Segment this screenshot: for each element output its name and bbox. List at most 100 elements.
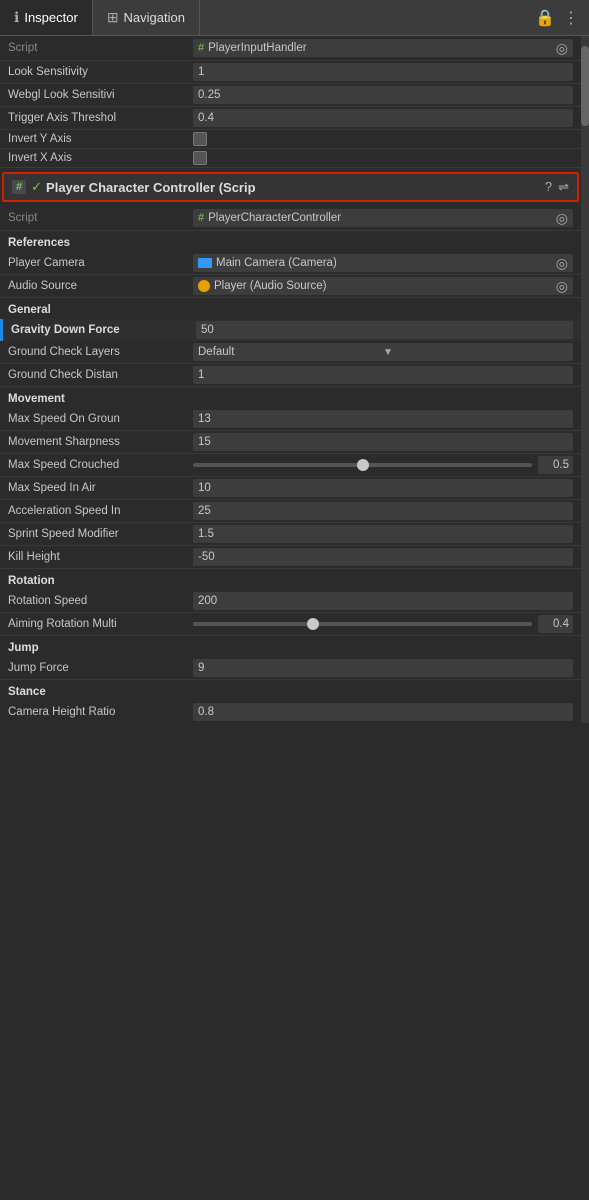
- aiming-rotation-row: Aiming Rotation Multi: [0, 613, 581, 636]
- target-icon-pcc[interactable]: ◎: [556, 210, 568, 227]
- inspector-icon: ℹ: [14, 9, 19, 26]
- sprint-speed-label: Sprint Speed Modifier: [8, 528, 193, 540]
- player-input-handler-component: Script # PlayerInputHandler ◎ Look Sensi…: [0, 36, 581, 168]
- camera-target-icon[interactable]: ◎: [556, 255, 568, 272]
- audio-target-icon[interactable]: ◎: [556, 278, 568, 295]
- gravity-down-force-value[interactable]: 50: [196, 321, 573, 339]
- movement-sharpness-value[interactable]: 15: [193, 433, 573, 451]
- kill-height-label: Kill Height: [8, 551, 193, 563]
- kill-height-row: Kill Height -50: [0, 546, 581, 569]
- settings-icon[interactable]: ⇌: [558, 179, 569, 195]
- aiming-rotation-label: Aiming Rotation Multi: [8, 618, 193, 630]
- webgl-sensitivity-row: Webgl Look Sensitivi 0.25: [0, 84, 581, 107]
- gravity-down-force-label: Gravity Down Force: [11, 324, 196, 336]
- acceleration-speed-label: Acceleration Speed In: [8, 505, 193, 517]
- general-header: General: [0, 298, 581, 319]
- help-icon[interactable]: ?: [545, 179, 552, 195]
- max-speed-crouched-slider-value[interactable]: [538, 456, 573, 474]
- movement-sharpness-label: Movement Sharpness: [8, 436, 193, 448]
- ground-check-layers-row: Ground Check Layers Default ▼: [0, 341, 581, 364]
- audio-icon: [198, 280, 210, 292]
- max-speed-air-row: Max Speed In Air 10: [0, 477, 581, 500]
- script-hash-icon-pcc: #: [198, 212, 204, 224]
- ground-check-distance-row: Ground Check Distan 1: [0, 364, 581, 387]
- tab-bar: ℹ Inspector ⊞ Navigation 🔒 ⋮: [0, 0, 589, 36]
- target-icon-input[interactable]: ◎: [556, 40, 568, 57]
- inspector-content-wrapper: Script # PlayerInputHandler ◎ Look Sensi…: [0, 36, 589, 723]
- invert-x-label: Invert X Axis: [8, 152, 193, 164]
- tab-navigation[interactable]: ⊞ Navigation: [93, 0, 200, 35]
- tab-navigation-label: Navigation: [124, 10, 185, 25]
- player-camera-label: Player Camera: [8, 257, 193, 269]
- acceleration-speed-value[interactable]: 25: [193, 502, 573, 520]
- max-speed-crouched-slider-container: [193, 456, 573, 474]
- rotation-header: Rotation: [0, 569, 581, 590]
- script-label-input: Script: [8, 42, 193, 54]
- ground-check-distance-label: Ground Check Distan: [8, 369, 193, 381]
- rotation-speed-label: Rotation Speed: [8, 595, 193, 607]
- max-speed-ground-row: Max Speed On Groun 13: [0, 408, 581, 431]
- inspector-content: Script # PlayerInputHandler ◎ Look Sensi…: [0, 36, 581, 723]
- dropdown-arrow-icon: ▼: [383, 347, 568, 358]
- max-speed-air-value[interactable]: 10: [193, 479, 573, 497]
- jump-header: Jump: [0, 636, 581, 657]
- invert-y-label: Invert Y Axis: [8, 133, 193, 145]
- webgl-sensitivity-label: Webgl Look Sensitivi: [8, 89, 193, 101]
- trigger-axis-row: Trigger Axis Threshol 0.4: [0, 107, 581, 130]
- jump-force-label: Jump Force: [8, 662, 193, 674]
- rotation-speed-value[interactable]: 200: [193, 592, 573, 610]
- aiming-rotation-slider-value[interactable]: [538, 615, 573, 633]
- look-sensitivity-label: Look Sensitivity: [8, 66, 193, 78]
- camera-height-ratio-label: Camera Height Ratio: [8, 706, 193, 718]
- script-row-input-handler: Script # PlayerInputHandler ◎: [0, 36, 581, 61]
- script-value-input[interactable]: # PlayerInputHandler ◎: [193, 39, 573, 57]
- invert-y-row: Invert Y Axis: [0, 130, 581, 149]
- sprint-speed-value[interactable]: 1.5: [193, 525, 573, 543]
- references-header: References: [0, 231, 581, 252]
- ground-check-layers-label: Ground Check Layers: [8, 346, 193, 358]
- ground-check-layers-dropdown[interactable]: Default ▼: [193, 343, 573, 361]
- player-camera-ref-text: Main Camera (Camera): [216, 257, 337, 269]
- script-value-pcc[interactable]: # PlayerCharacterController ◎: [193, 209, 573, 227]
- component-header-actions: ? ⇌: [545, 179, 569, 195]
- trigger-axis-label: Trigger Axis Threshol: [8, 112, 193, 124]
- acceleration-speed-row: Acceleration Speed In 25: [0, 500, 581, 523]
- aiming-rotation-slider[interactable]: [193, 622, 532, 626]
- script-label-pcc: Script: [8, 212, 193, 224]
- script-hash-icon: #: [198, 42, 204, 54]
- tab-inspector-label: Inspector: [24, 10, 77, 25]
- component-title: Player Character Controller (Scrip: [46, 180, 545, 195]
- script-name-pcc: PlayerCharacterController: [208, 212, 341, 224]
- scrollbar-thumb[interactable]: [581, 46, 589, 126]
- component-enabled-checkbox[interactable]: ✓: [31, 179, 42, 195]
- jump-force-value[interactable]: 9: [193, 659, 573, 677]
- ground-check-layers-value: Default: [198, 346, 383, 358]
- player-character-controller-header[interactable]: # ✓ Player Character Controller (Scrip ?…: [2, 172, 579, 202]
- audio-source-row: Audio Source Player (Audio Source) ◎: [0, 275, 581, 298]
- tab-inspector[interactable]: ℹ Inspector: [0, 0, 93, 35]
- max-speed-ground-value[interactable]: 13: [193, 410, 573, 428]
- scrollbar[interactable]: [581, 36, 589, 723]
- navigation-icon: ⊞: [107, 9, 119, 26]
- invert-x-checkbox[interactable]: [193, 151, 207, 165]
- script-name-input: PlayerInputHandler: [208, 42, 306, 54]
- gravity-down-force-row: Gravity Down Force 50: [3, 319, 581, 341]
- kill-height-value[interactable]: -50: [193, 548, 573, 566]
- look-sensitivity-value[interactable]: 1: [193, 63, 573, 81]
- camera-icon: [198, 258, 212, 268]
- ground-check-distance-value[interactable]: 1: [193, 366, 573, 384]
- sprint-speed-row: Sprint Speed Modifier 1.5: [0, 523, 581, 546]
- webgl-sensitivity-value[interactable]: 0.25: [193, 86, 573, 104]
- camera-height-ratio-value[interactable]: 0.8: [193, 703, 573, 721]
- max-speed-crouched-slider[interactable]: [193, 463, 532, 467]
- movement-header: Movement: [0, 387, 581, 408]
- max-speed-air-label: Max Speed In Air: [8, 482, 193, 494]
- lock-icon[interactable]: 🔒: [535, 8, 555, 28]
- player-camera-value[interactable]: Main Camera (Camera) ◎: [193, 254, 573, 272]
- audio-source-value[interactable]: Player (Audio Source) ◎: [193, 277, 573, 295]
- menu-icon[interactable]: ⋮: [563, 8, 579, 28]
- audio-source-label: Audio Source: [8, 280, 193, 292]
- trigger-axis-value[interactable]: 0.4: [193, 109, 573, 127]
- stance-header: Stance: [0, 680, 581, 701]
- invert-y-checkbox[interactable]: [193, 132, 207, 146]
